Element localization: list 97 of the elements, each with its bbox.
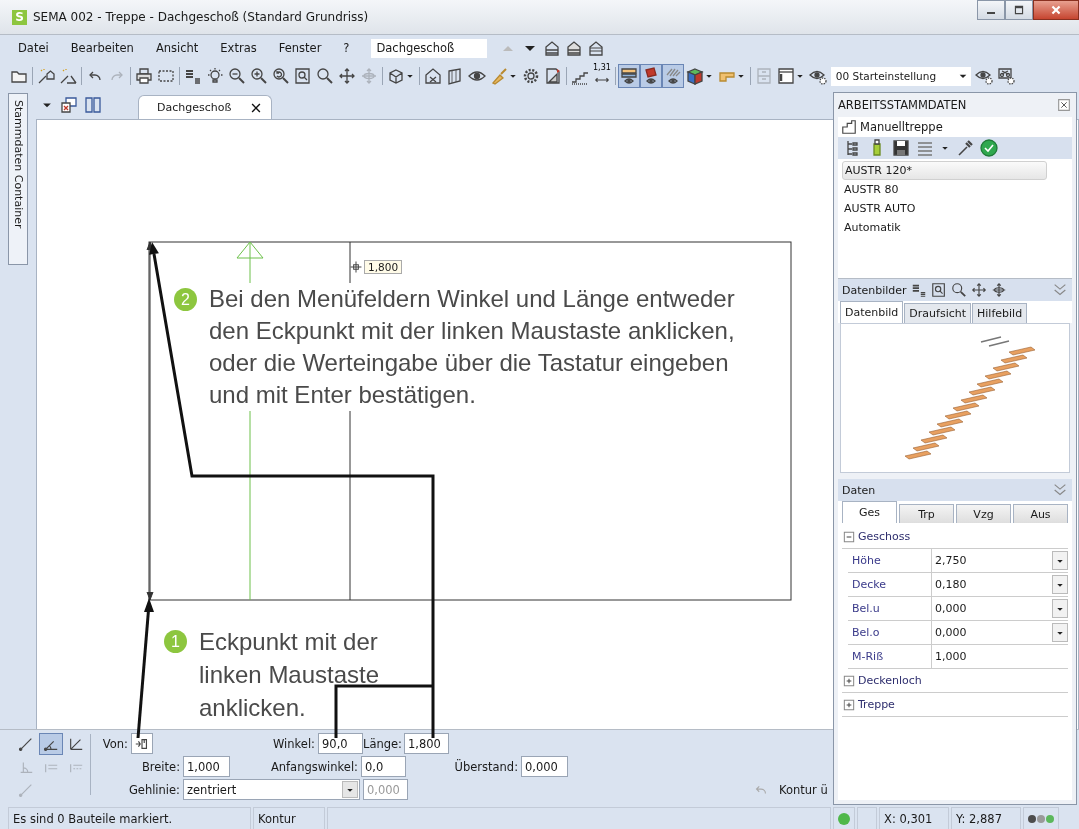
view-setting-dropdown[interactable]: 00 Starteinstellung (830, 66, 971, 86)
line-icon (18, 782, 34, 798)
status-bar-cell (857, 807, 877, 829)
property-value: 0,000 (934, 626, 968, 639)
field-label: Winkel: (272, 736, 316, 751)
maximize-button[interactable] (1005, 0, 1033, 20)
text-size-icon[interactable] (910, 282, 927, 298)
window-title: SEMA 002 - Treppe - Dachgeschoß (Standard Grundriss) (33, 10, 369, 24)
expand-icon[interactable] (842, 673, 856, 688)
length-field[interactable]: 1,800 (404, 733, 449, 754)
list-item[interactable]: AUSTR 120* (842, 161, 1047, 180)
field-label: Überstand: (453, 759, 519, 774)
property-name: Bel.u (848, 597, 932, 620)
list-item[interactable]: AUSTR AUTO (842, 199, 1047, 218)
panel-title: ARBEITSSTAMMDATEN (838, 98, 967, 112)
pick-point-button[interactable] (131, 733, 153, 754)
menu-item[interactable]: Extras (220, 41, 257, 55)
property-name: Höhe (848, 549, 932, 572)
save-icon[interactable] (892, 139, 910, 157)
search-icon[interactable] (950, 282, 967, 298)
pipette-icon[interactable] (956, 139, 974, 157)
menu-item[interactable]: Datei (18, 41, 49, 55)
walking-line-dropdown[interactable]: zentriert (183, 779, 360, 800)
toolbar-button[interactable]: 1,31 (591, 64, 613, 88)
tab[interactable]: Aus (1013, 504, 1068, 523)
move-icon[interactable] (990, 282, 1007, 298)
step-number: 1 (164, 630, 187, 653)
expand-icon[interactable] (842, 697, 856, 712)
zoom-page-icon[interactable] (930, 282, 947, 298)
x-coordinate: X: 0,301 (879, 807, 949, 829)
tab[interactable]: Ges (842, 501, 897, 523)
contour-hint: Kontur ü (779, 782, 828, 797)
field-label: Anfangswinkel: (269, 759, 359, 774)
menu-item[interactable]: Ansicht (155, 41, 199, 55)
close-button[interactable] (1033, 0, 1079, 20)
field-label: Breite: (140, 759, 181, 774)
check-circle-icon[interactable] (980, 139, 998, 157)
property-value: 2,750 (934, 554, 968, 567)
field-label: Gehlinie: (127, 782, 181, 797)
property-name: Bel.o (848, 621, 932, 644)
property-name: M-Riß (848, 645, 932, 668)
instruction-text: Eckpunkt mit der linken Maustaste anklicken. (199, 627, 380, 723)
close-window-icon[interactable] (60, 96, 78, 114)
tab[interactable]: Hilfebild (972, 303, 1028, 323)
group-label: Deckenloch (858, 674, 922, 687)
property-name: Decke (848, 573, 932, 596)
object-type: Manuelltreppe (860, 120, 943, 134)
list-item[interactable]: AUSTR 80 (842, 180, 1047, 199)
house-icon[interactable] (543, 39, 562, 57)
group-label: Geschoss (858, 530, 911, 543)
angle-field[interactable]: 90,0 (318, 733, 363, 754)
house-icon[interactable] (565, 39, 584, 57)
close-icon[interactable] (1056, 97, 1072, 113)
width-field[interactable]: 1,000 (183, 756, 230, 777)
menu-item[interactable]: Fenster (278, 41, 322, 55)
property-value: 0,180 (934, 578, 968, 591)
section-title: Datenbilder (842, 283, 907, 297)
drawing-tool-button[interactable] (39, 733, 63, 755)
collapse-icon[interactable] (842, 529, 856, 544)
move-icon[interactable] (970, 282, 987, 298)
section-title: Daten (842, 483, 876, 497)
step-number: 2 (174, 288, 197, 311)
tab[interactable]: Draufsicht (904, 303, 972, 323)
property-value: 0,000 (934, 602, 968, 615)
dimension-label: 1,31 (593, 64, 611, 72)
menu-item[interactable]: Bearbeiten (70, 41, 134, 55)
field-label: Länge: (363, 736, 403, 751)
tile-windows-icon[interactable] (84, 96, 102, 114)
menu-item[interactable]: ? (343, 41, 350, 55)
crosshair-icon (349, 260, 363, 274)
line-icon (18, 736, 34, 752)
minimize-button[interactable] (977, 0, 1005, 20)
scissors-icon (996, 67, 1015, 85)
instruction-text: Bei den Menüfeldern Winkel und Länge entweder den Eckpunkt mit der linken Maustaste anklicken, oder die Werteingabe über die Tastatur eingeben und mit Enter bestätigen. (209, 284, 735, 410)
corner-icon (68, 736, 84, 752)
property-value: 1,000 (934, 650, 968, 663)
tab[interactable]: Trp (899, 504, 954, 523)
tab[interactable]: Datenbild (840, 301, 904, 323)
status-dot (838, 812, 850, 825)
y-coordinate: Y: 2,887 (951, 807, 1021, 829)
minimize-icon (987, 12, 995, 14)
app-logo: S (12, 9, 27, 25)
stairs-icon (841, 119, 857, 135)
document-tab[interactable]: Dachgeschoß (138, 95, 272, 119)
list-item[interactable]: Automatik (842, 218, 1047, 237)
overhang-field[interactable]: 0,000 (521, 756, 568, 777)
tab[interactable]: Vzg (956, 504, 1011, 523)
field-label: Von: (101, 736, 129, 751)
status-mode: Kontur (253, 807, 325, 829)
side-tab[interactable]: Stammdaten Container (8, 93, 28, 265)
start-angle-field[interactable]: 0,0 (361, 756, 406, 777)
house-icon[interactable] (587, 39, 606, 57)
group-label: Treppe (858, 698, 895, 711)
level-dropdown[interactable]: Dachgeschoß (371, 38, 488, 58)
status-message: Es sind 0 Bauteile markiert. (8, 807, 251, 829)
tab-label: Dachgeschoß (157, 101, 232, 114)
length-readout: 1,800 (364, 260, 403, 274)
